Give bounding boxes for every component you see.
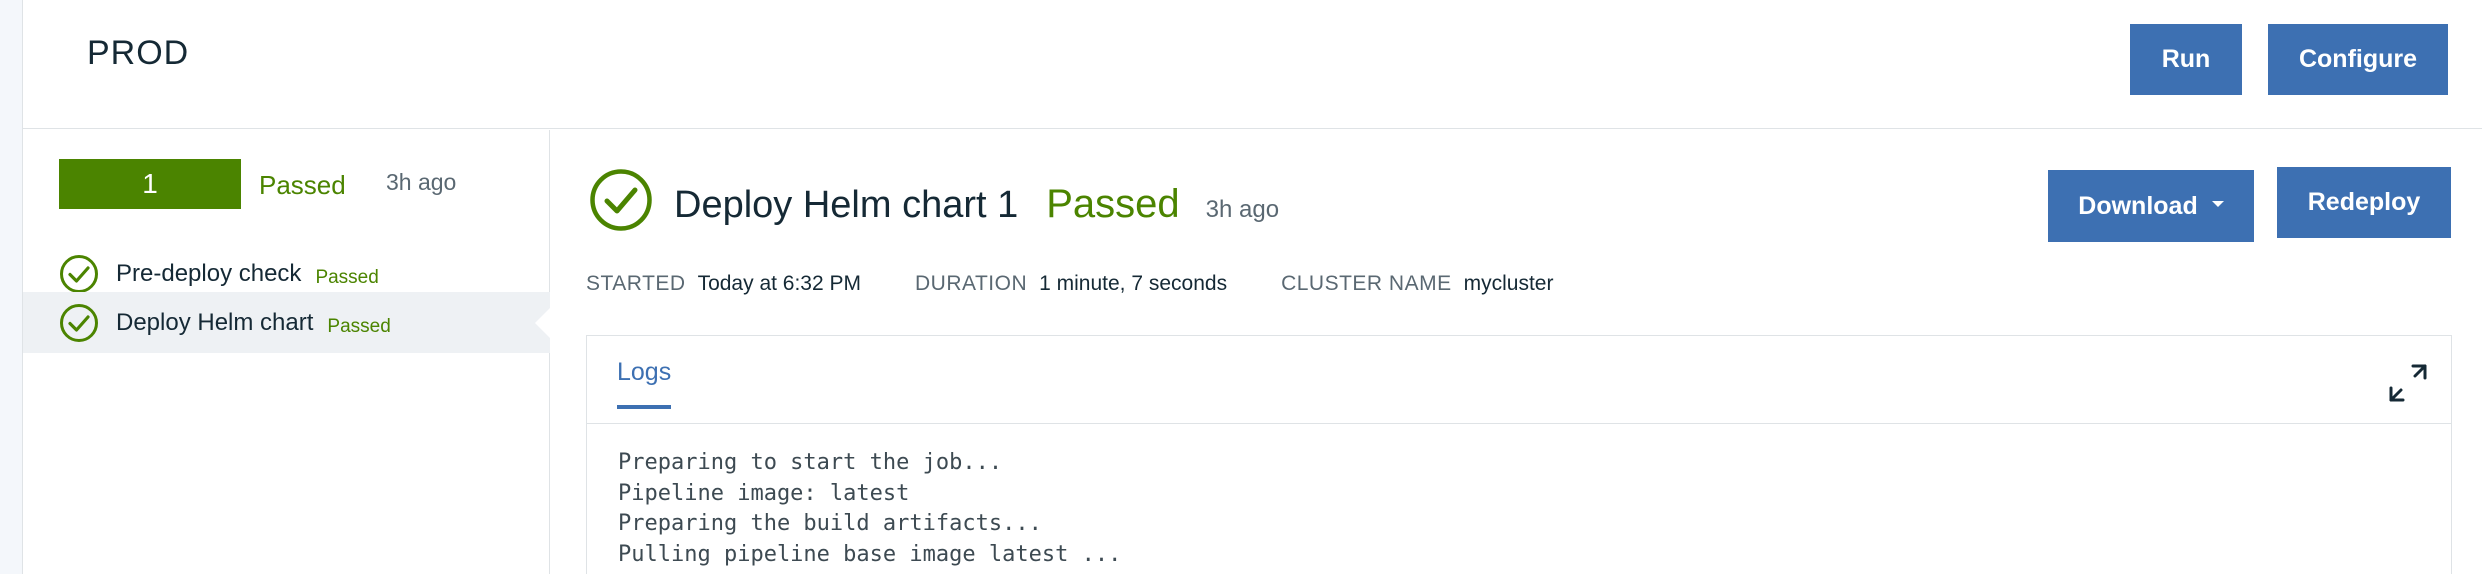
check-circle-icon (60, 254, 98, 293)
meta-value: 1 minute, 7 seconds (1039, 272, 1228, 295)
job-status: Passed (327, 315, 391, 337)
job-label: Deploy Helm chart Passed (116, 309, 391, 337)
download-label: Download (2078, 191, 2198, 220)
stage-title: PROD (87, 34, 190, 72)
check-circle-icon (590, 169, 652, 231)
caret-down-icon (2211, 201, 2224, 207)
meta-duration: DURATION 1 minute, 7 seconds (915, 272, 1227, 296)
job-status-large: Passed (1046, 182, 1180, 226)
check-circle-icon (60, 303, 98, 342)
job-label: Pre-deploy check Passed (116, 260, 379, 288)
log-output: Preparing to start the job... Pipeline i… (618, 448, 1121, 570)
download-button[interactable]: Download (2048, 170, 2254, 242)
pipeline-app: PROD Run Configure 1 Passed 3h ago Pre-d… (0, 0, 2482, 574)
left-rail (0, 0, 23, 574)
configure-button[interactable]: Configure (2268, 24, 2448, 95)
maximize-icon[interactable] (2385, 360, 2431, 406)
log-line: Preparing the build artifacts... (618, 511, 1042, 536)
stage-header: PROD Run Configure (23, 0, 2482, 129)
meta-label: DURATION (915, 272, 1028, 295)
job-status: Passed (315, 266, 379, 288)
job-metadata: STARTED Today at 6:32 PM DURATION 1 minu… (586, 272, 1607, 296)
run-number-badge[interactable]: 1 (59, 159, 241, 209)
tab-logs[interactable]: Logs (617, 358, 672, 409)
meta-value: Today at 6:32 PM (697, 272, 862, 295)
run-button[interactable]: Run (2130, 24, 2242, 95)
redeploy-button[interactable]: Redeploy (2277, 167, 2451, 238)
detail-title-row: Deploy Helm chart 1 Passed 3h ago (674, 182, 1279, 227)
sidebar-item-deploy-helm-chart[interactable]: Deploy Helm chart Passed (23, 292, 551, 353)
job-name: Pre-deploy check (116, 259, 302, 287)
run-time: 3h ago (386, 169, 457, 195)
job-time: 3h ago (1205, 196, 1280, 223)
job-name: Deploy Helm chart (116, 308, 314, 336)
job-sidebar: 1 Passed 3h ago Pre-deploy check Passed … (23, 130, 551, 574)
run-status: Passed (259, 170, 346, 200)
meta-value: mycluster (1463, 272, 1554, 295)
meta-started: STARTED Today at 6:32 PM (586, 272, 861, 296)
meta-label: CLUSTER NAME (1281, 272, 1452, 295)
log-line: Pipeline image: latest (618, 480, 910, 506)
log-line: Preparing to start the job... (618, 450, 1003, 475)
log-line: Pulling pipeline base image latest ... (618, 541, 1122, 567)
logs-panel: Logs Preparing to start the job... Pipel… (586, 335, 2452, 574)
job-title: Deploy Helm chart 1 (674, 184, 1019, 226)
logs-tabbar: Logs (587, 336, 2451, 424)
meta-label: STARTED (586, 272, 686, 295)
meta-cluster: CLUSTER NAME mycluster (1281, 272, 1553, 296)
job-detail: Deploy Helm chart 1 Passed 3h ago Downlo… (551, 130, 2482, 574)
